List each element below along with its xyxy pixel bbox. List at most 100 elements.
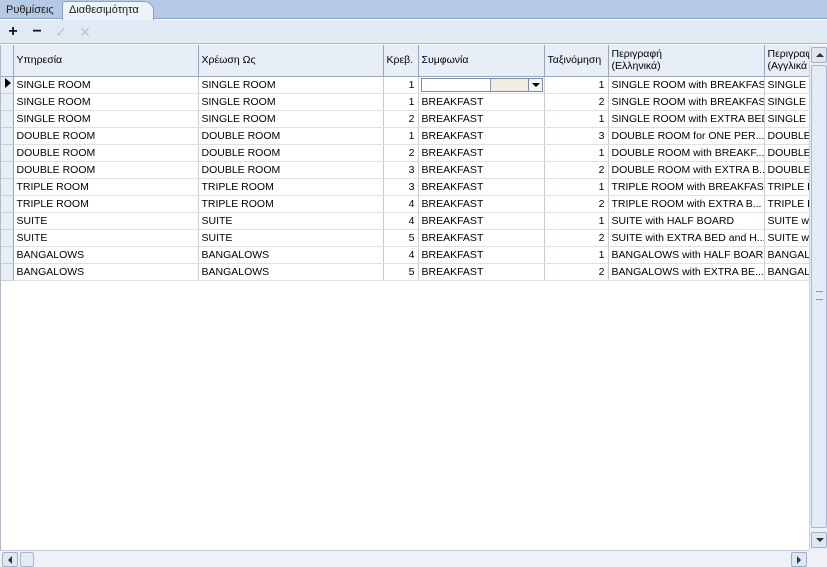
cell-desc-english[interactable]: BANGALO	[764, 263, 809, 281]
cell-charge-as[interactable]: DOUBLE ROOM	[198, 161, 384, 179]
cell-service[interactable]: SINGLE ROOM	[13, 76, 199, 94]
column-header-desc-english[interactable]: Περιγραφ (Αγγλικά	[764, 45, 809, 77]
cell-sort[interactable]: 1	[544, 110, 609, 128]
cell-service[interactable]: SINGLE ROOM	[13, 110, 199, 128]
vertical-scrollbar[interactable]	[809, 45, 827, 550]
table-row[interactable]: BANGALOWS BANGALOWS 4 BREAKFAST 1 BANGALOWS w…	[1, 246, 809, 264]
cell-desc-greek[interactable]: SINGLE ROOM with BREAKFAST	[608, 93, 765, 111]
cell-agreement[interactable]: BREAKFAST	[418, 144, 545, 162]
horizontal-scroll-thumb[interactable]	[20, 552, 34, 567]
cell-charge-as[interactable]: TRIPLE ROOM	[198, 178, 384, 196]
cell-desc-english[interactable]: DOUBLE R	[764, 161, 809, 179]
cell-agreement[interactable]: BREAKFAST	[418, 161, 545, 179]
cell-desc-greek[interactable]: SINGLE ROOM with EXTRA BED	[608, 110, 765, 128]
cell-desc-greek[interactable]: SINGLE ROOM with BREAKFAST	[608, 76, 765, 94]
cell-charge-as[interactable]: SUITE	[198, 229, 384, 247]
cancel-button[interactable]: ✕	[75, 22, 95, 42]
vertical-scroll-thumb[interactable]	[811, 65, 827, 528]
row-indicator[interactable]	[1, 76, 14, 94]
row-indicator[interactable]	[1, 263, 14, 281]
cell-beds[interactable]: 5	[383, 229, 419, 247]
cell-sort[interactable]: 1	[544, 212, 609, 230]
cell-sort[interactable]: 2	[544, 93, 609, 111]
cell-agreement[interactable]: BREAKFAST	[418, 110, 545, 128]
cell-desc-greek[interactable]: BANGALOWS with HALF BOARD	[608, 246, 765, 264]
cell-beds[interactable]: 4	[383, 246, 419, 264]
column-header-desc-greek[interactable]: Περιγραφή (Ελληνικά)	[608, 45, 765, 77]
cell-desc-english[interactable]: SINGLE R	[764, 76, 809, 94]
row-indicator[interactable]	[1, 229, 14, 247]
cell-service[interactable]: DOUBLE ROOM	[13, 127, 199, 145]
row-indicator[interactable]	[1, 127, 14, 145]
cell-service[interactable]: DOUBLE ROOM	[13, 161, 199, 179]
cell-charge-as[interactable]: SINGLE ROOM	[198, 93, 384, 111]
cell-service[interactable]: BANGALOWS	[13, 246, 199, 264]
row-indicator[interactable]	[1, 93, 14, 111]
cell-agreement[interactable]: BREAKFAST	[418, 229, 545, 247]
cell-sort[interactable]: 1	[544, 144, 609, 162]
row-indicator[interactable]	[1, 144, 14, 162]
scroll-left-icon[interactable]	[2, 552, 18, 567]
tab-availability[interactable]: Διαθεσιμότητα	[62, 1, 154, 20]
cell-charge-as[interactable]: BANGALOWS	[198, 246, 384, 264]
table-row[interactable]: SINGLE ROOM SINGLE ROOM 1 1 SINGLE ROOM with…	[1, 76, 809, 94]
table-row[interactable]: SUITE SUITE 4 BREAKFAST 1 SUITE with HALF BOA…	[1, 212, 809, 230]
cell-service[interactable]: TRIPLE ROOM	[13, 195, 199, 213]
table-row[interactable]: DOUBLE ROOM DOUBLE ROOM 2 BREAKFAST 1 DOUBLE …	[1, 144, 809, 162]
cell-agreement[interactable]: BREAKFAST	[418, 178, 545, 196]
cell-desc-english[interactable]: TRIPLE R	[764, 178, 809, 196]
row-indicator[interactable]	[1, 178, 14, 196]
cell-desc-english[interactable]: SUITE wit	[764, 229, 809, 247]
table-row[interactable]: SINGLE ROOM SINGLE ROOM 1 BREAKFAST 2 SINGLE …	[1, 93, 809, 111]
cell-desc-english[interactable]: DOUBLE R	[764, 144, 809, 162]
row-indicator[interactable]	[1, 212, 14, 230]
cell-desc-greek[interactable]: SUITE with HALF BOARD	[608, 212, 765, 230]
cell-sort[interactable]: 2	[544, 263, 609, 281]
cell-charge-as[interactable]: SUITE	[198, 212, 384, 230]
cell-agreement[interactable]: BREAKFAST	[418, 212, 545, 230]
cell-beds[interactable]: 1	[383, 76, 419, 94]
scroll-right-icon[interactable]	[791, 552, 807, 567]
cell-beds[interactable]: 4	[383, 195, 419, 213]
row-indicator[interactable]	[1, 110, 14, 128]
cell-charge-as[interactable]: SINGLE ROOM	[198, 76, 384, 94]
column-header-beds[interactable]: Κρεβ.	[383, 45, 419, 77]
remove-row-button[interactable]: −	[27, 22, 47, 42]
cell-charge-as[interactable]: DOUBLE ROOM	[198, 144, 384, 162]
cell-agreement[interactable]: BREAKFAST	[418, 263, 545, 281]
cell-beds[interactable]: 2	[383, 144, 419, 162]
cell-desc-greek[interactable]: DOUBLE ROOM with BREAKF...	[608, 144, 765, 162]
table-row[interactable]: DOUBLE ROOM DOUBLE ROOM 3 BREAKFAST 2 DOUBLE …	[1, 161, 809, 179]
cell-desc-english[interactable]: BANGALO	[764, 246, 809, 264]
cell-service[interactable]: SUITE	[13, 229, 199, 247]
cell-sort[interactable]: 1	[544, 178, 609, 196]
column-header-charge-as[interactable]: Χρέωση Ως	[198, 45, 384, 77]
table-row[interactable]: TRIPLE ROOM TRIPLE ROOM 3 BREAKFAST 1 TRIPLE …	[1, 178, 809, 196]
cell-agreement[interactable]	[418, 76, 545, 94]
confirm-button[interactable]: ✓	[51, 22, 71, 42]
cell-sort[interactable]: 2	[544, 195, 609, 213]
cell-desc-greek[interactable]: SUITE with EXTRA BED and H...	[608, 229, 765, 247]
table-row[interactable]: BANGALOWS BANGALOWS 5 BREAKFAST 2 BANGALOWS w…	[1, 263, 809, 281]
cell-service[interactable]: SINGLE ROOM	[13, 93, 199, 111]
cell-charge-as[interactable]: SINGLE ROOM	[198, 110, 384, 128]
cell-service[interactable]: TRIPLE ROOM	[13, 178, 199, 196]
cell-desc-greek[interactable]: BANGALOWS with EXTRA BE...	[608, 263, 765, 281]
cell-sort[interactable]: 3	[544, 127, 609, 145]
cell-beds[interactable]: 3	[383, 178, 419, 196]
cell-charge-as[interactable]: BANGALOWS	[198, 263, 384, 281]
cell-sort[interactable]: 1	[544, 76, 609, 94]
tab-settings[interactable]: Ρυθμίσεις	[0, 2, 58, 19]
cell-sort[interactable]: 2	[544, 161, 609, 179]
cell-beds[interactable]: 1	[383, 127, 419, 145]
row-indicator[interactable]	[1, 195, 14, 213]
column-header-sort[interactable]: Ταξινόμηση	[544, 45, 609, 77]
cell-service[interactable]: DOUBLE ROOM	[13, 144, 199, 162]
cell-desc-greek[interactable]: DOUBLE ROOM for ONE PER...	[608, 127, 765, 145]
cell-charge-as[interactable]: TRIPLE ROOM	[198, 195, 384, 213]
table-row[interactable]: DOUBLE ROOM DOUBLE ROOM 1 BREAKFAST 3 DOUBLE …	[1, 127, 809, 145]
cell-beds[interactable]: 5	[383, 263, 419, 281]
scroll-up-icon[interactable]	[811, 47, 827, 63]
column-header-service[interactable]: Υπηρεσία	[13, 45, 199, 77]
scroll-down-icon[interactable]	[811, 532, 827, 548]
